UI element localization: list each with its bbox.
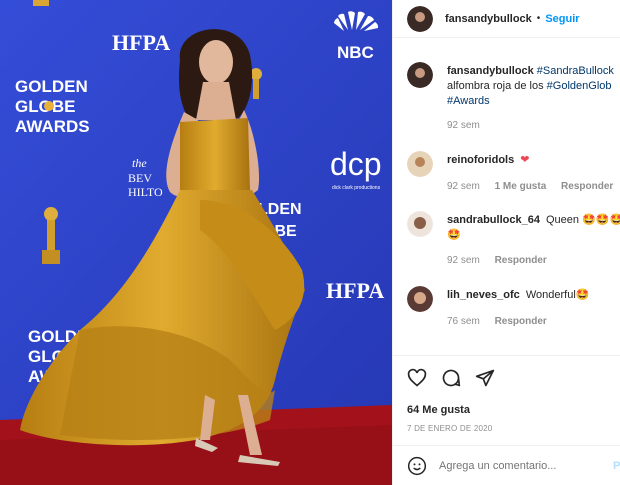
hashtag-link[interactable]: #SandraBullock [537, 65, 614, 77]
comment-icon[interactable] [441, 368, 461, 388]
avatar[interactable] [407, 151, 433, 177]
dcp-subtitle: dick clark productions [332, 185, 381, 191]
heart-emoji: ❤ [520, 154, 530, 166]
comment-time[interactable]: 92 sem [447, 255, 480, 266]
hfpa-logo-lower: HFPA [326, 278, 384, 303]
comment-input[interactable] [439, 460, 579, 472]
comment-time[interactable]: 92 sem [447, 181, 480, 192]
post-button[interactable]: P [613, 460, 620, 472]
hotel-logo-line1: the [132, 156, 147, 170]
avatar[interactable] [407, 211, 433, 237]
hfpa-logo-top: HFPA [112, 30, 170, 55]
avatar[interactable] [407, 286, 433, 312]
nbc-text: NBC [337, 43, 374, 62]
avatar[interactable] [407, 62, 433, 88]
post-sidebar: fansandybullock • Seguir fansandybullock… [392, 0, 620, 485]
avatar[interactable] [407, 5, 433, 32]
hashtag-link[interactable]: #GoldenGlob [547, 80, 612, 92]
post-photo[interactable]: HFPA NBC GOLDEN GLOBE AWARDS [0, 0, 392, 485]
comments-list[interactable]: fansandybullock #SandraBullock alfombra r… [393, 38, 620, 356]
comment-meta: 92 sem Responder [447, 255, 559, 266]
comment-meta: 92 sem 1 Me gusta Responder [447, 181, 620, 192]
comment-username[interactable]: lih_neves_ofc [447, 289, 520, 301]
reply-button[interactable]: Responder [561, 181, 613, 192]
post-header: fansandybullock • Seguir [393, 0, 620, 38]
comment-likes[interactable]: 1 Me gusta [495, 181, 547, 192]
header-username[interactable]: fansandybullock [445, 13, 532, 25]
emoji-icon[interactable] [407, 456, 427, 476]
dcp-logo: dcp [330, 146, 382, 182]
comment-text-line2: 🤩 [447, 229, 461, 241]
hotel-logo-line2: BEV [128, 171, 152, 185]
photo-canvas: HFPA NBC GOLDEN GLOBE AWARDS [0, 0, 392, 485]
svg-text:AWARDS: AWARDS [15, 117, 90, 136]
add-comment-bar: P [393, 447, 620, 485]
caption-text: alfombra roja de los [447, 80, 544, 92]
comment-time[interactable]: 76 sem [447, 316, 480, 327]
comment-meta: 76 sem Responder [447, 316, 559, 327]
reply-button[interactable]: Responder [495, 316, 547, 327]
hashtag-link[interactable]: #Awards [447, 95, 490, 107]
follow-button[interactable]: Seguir [545, 13, 579, 25]
comment-username[interactable]: sandrabullock_64 [447, 214, 540, 226]
comment-text: Queen 🤩🤩🤩 [546, 214, 620, 226]
post-date: 7 DE ENERO DE 2020 [407, 424, 493, 433]
svg-text:GOLDEN: GOLDEN [15, 77, 88, 96]
trophy-top-icon [33, 0, 49, 6]
share-icon[interactable] [475, 368, 495, 388]
caption-meta: 92 sem [447, 120, 492, 131]
comment-text: Wonderful🤩 [525, 289, 590, 301]
heart-icon[interactable] [407, 368, 427, 388]
comment-username[interactable]: reinoforidols [447, 154, 514, 166]
caption-username[interactable]: fansandybullock [447, 65, 534, 77]
post-actions: 64 Me gusta 7 DE ENERO DE 2020 [393, 356, 620, 446]
hotel-logo-line3: HILTO [128, 185, 163, 199]
reply-button[interactable]: Responder [495, 255, 547, 266]
separator-dot: • [536, 13, 541, 24]
caption-time[interactable]: 92 sem [447, 120, 480, 131]
likes-count[interactable]: 64 Me gusta [407, 404, 470, 416]
